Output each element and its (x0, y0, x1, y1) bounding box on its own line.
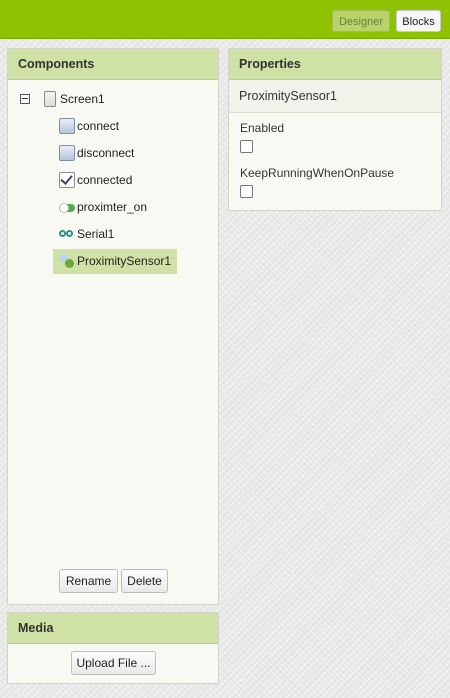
delete-button[interactable]: Delete (121, 569, 168, 593)
tree-item-label: proximter_on (77, 200, 148, 214)
tree-item-label: connected (77, 173, 133, 187)
switch-icon (59, 203, 75, 213)
tree-item-serial1[interactable]: Serial1 (58, 223, 178, 245)
screen-icon (44, 91, 56, 107)
proximity-sensor-icon (59, 253, 75, 269)
tree-item-connect[interactable]: connect (58, 115, 178, 137)
tree-item-label: ProximitySensor1 (77, 254, 172, 268)
components-panel: Components Screen1 connect disconnect co… (7, 48, 219, 605)
property-label-enabled: Enabled (240, 121, 285, 135)
upload-file-button[interactable]: Upload File ... (71, 651, 156, 675)
blocks-button[interactable]: Blocks (396, 10, 441, 32)
serial-icon (59, 226, 75, 242)
components-header: Components (8, 49, 218, 80)
top-toolbar: Designer Blocks (0, 0, 450, 39)
tree-item-label: Serial1 (77, 227, 115, 241)
tree-item-label: Screen1 (60, 92, 105, 106)
tree-item-screen1[interactable]: Screen1 (44, 88, 164, 110)
tree-item-proximitysensor1[interactable]: ProximitySensor1 (53, 249, 177, 274)
enabled-checkbox[interactable] (240, 140, 253, 153)
tree-item-label: disconnect (77, 146, 135, 160)
properties-header: Properties (229, 49, 441, 80)
tree-item-proximter-on[interactable]: proximter_on (58, 196, 178, 218)
selected-component-name: ProximitySensor1 (229, 80, 441, 113)
collapse-toggle-icon[interactable] (20, 94, 30, 104)
designer-button[interactable]: Designer (332, 10, 390, 32)
checkbox-icon (59, 172, 75, 188)
rename-button[interactable]: Rename (59, 569, 118, 593)
properties-panel: Properties ProximitySensor1 Enabled Keep… (228, 48, 442, 211)
button-icon (59, 145, 75, 161)
tree-item-label: connect (77, 119, 120, 133)
tree-item-disconnect[interactable]: disconnect (58, 142, 178, 164)
button-icon (59, 118, 75, 134)
keeprunning-checkbox[interactable] (240, 185, 253, 198)
property-label-keeprunning: KeepRunningWhenOnPause (240, 166, 395, 180)
media-panel: Media Upload File ... (7, 612, 219, 684)
tree-item-connected[interactable]: connected (58, 169, 178, 191)
media-header: Media (8, 613, 218, 644)
